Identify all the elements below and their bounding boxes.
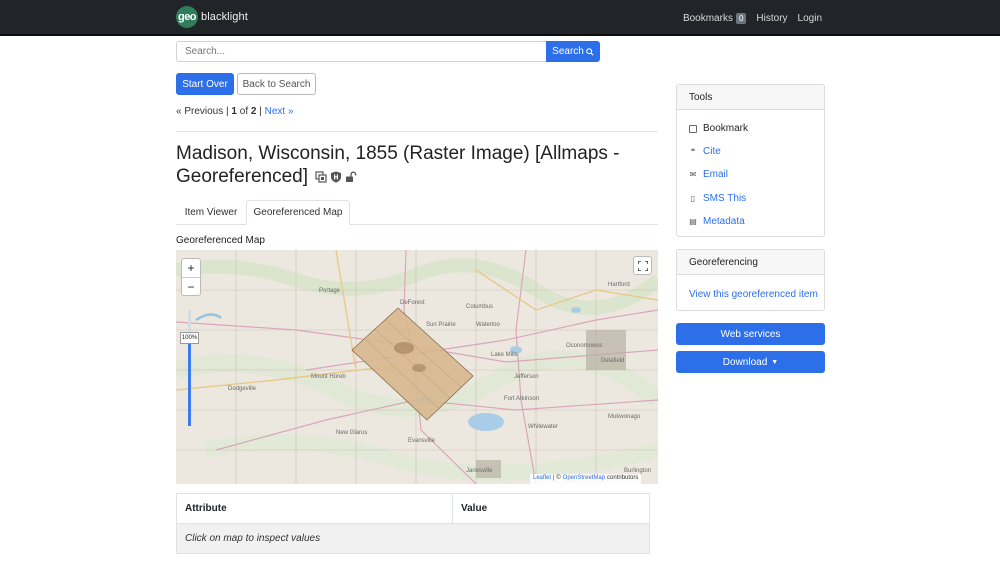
tab-item-viewer[interactable]: Item Viewer: [176, 200, 246, 225]
sms-link[interactable]: SMS This: [703, 193, 746, 204]
metadata-tool[interactable]: ▤ Metadata: [689, 216, 745, 227]
tab-georeferenced-map[interactable]: Georeferenced Map: [246, 200, 350, 225]
bookmarks-link[interactable]: Bookmarks 0: [682, 13, 747, 24]
column-header-value: Value: [461, 503, 488, 514]
georeferencing-heading: Georeferencing: [677, 250, 824, 275]
next-link[interactable]: Next »: [265, 106, 294, 117]
georeferenced-item-tool[interactable]: View this georeferenced item: [689, 289, 818, 300]
download-button[interactable]: Download ▼: [676, 351, 825, 373]
column-header-attribute: Attribute: [177, 494, 453, 523]
svg-text:Dodgeville: Dodgeville: [228, 386, 257, 392]
back-to-search-button[interactable]: Back to Search: [237, 73, 316, 95]
record-title: Madison, Wisconsin, 1855 (Raster Image) …: [176, 143, 620, 187]
result-pager: « Previous | 1 of 2 | Next »: [176, 106, 294, 117]
view-georeferenced-item-link[interactable]: View this georeferenced item: [689, 289, 818, 300]
bookmark-checkbox[interactable]: [689, 124, 697, 133]
tools-heading: Tools: [677, 85, 824, 110]
tools-panel: Tools Bookmark ❝ Cite ✉ Email ▯ SMS This…: [676, 84, 825, 237]
top-navbar: geo blacklight Bookmarks 0 History Login: [0, 0, 1000, 36]
svg-text:DeForest: DeForest: [400, 300, 425, 306]
svg-text:New Glarus: New Glarus: [336, 430, 367, 436]
attribute-table-header: Attribute Value: [177, 494, 649, 524]
zoom-out-button[interactable]: −: [182, 277, 200, 295]
quote-icon: ❝: [690, 147, 696, 156]
opacity-slider-handle[interactable]: 100%: [180, 332, 199, 344]
svg-text:Delafield: Delafield: [601, 358, 624, 364]
login-link[interactable]: Login: [798, 13, 822, 24]
nav-links: Bookmarks 0 History Login: [683, 13, 822, 24]
logo-mark: geo: [176, 6, 198, 28]
document-icon: ▤: [689, 217, 697, 226]
metadata-link[interactable]: Metadata: [703, 216, 745, 227]
basemap: Portage Columbus Hartford DeForest Sun P…: [176, 250, 658, 484]
georeferencing-panel: Georeferencing View this georeferenced i…: [676, 249, 825, 311]
opacity-slider-fill: [188, 340, 191, 426]
svg-text:Mukwonago: Mukwonago: [608, 414, 641, 420]
bookmarks-label: Bookmarks: [682, 13, 733, 24]
bookmark-label: Bookmark: [703, 123, 749, 134]
download-label: Download: [722, 356, 768, 368]
unlock-icon: [346, 171, 357, 182]
pager-total: 2: [250, 106, 257, 117]
sms-tool[interactable]: ▯ SMS This: [689, 193, 746, 204]
svg-text:Waterloo: Waterloo: [476, 322, 500, 328]
cite-link[interactable]: Cite: [703, 146, 721, 157]
cite-tool[interactable]: ❝ Cite: [689, 146, 721, 157]
osm-link[interactable]: OpenStreetMap: [563, 475, 605, 483]
logo-text: blacklight: [201, 11, 248, 23]
svg-text:Mount Horeb: Mount Horeb: [311, 374, 346, 380]
svg-text:Sun Prairie: Sun Prairie: [426, 322, 456, 328]
svg-text:Columbus: Columbus: [466, 304, 493, 310]
zoom-in-button[interactable]: +: [182, 259, 200, 277]
svg-text:Fort Atkinson: Fort Atkinson: [504, 396, 539, 402]
svg-text:Hartford: Hartford: [608, 282, 630, 288]
bookmark-tool[interactable]: Bookmark: [689, 123, 748, 134]
svg-text:Evansville: Evansville: [408, 438, 436, 444]
search-button[interactable]: Search: [546, 41, 600, 62]
viewer-tabs: Item Viewer Georeferenced Map: [176, 200, 658, 225]
svg-text:Whitewater: Whitewater: [528, 424, 558, 430]
map-heading: Georeferenced Map: [176, 235, 265, 246]
svg-text:Jefferson: Jefferson: [514, 374, 539, 380]
attribute-table: Attribute Value Click on map to inspect …: [176, 493, 650, 554]
previous-link[interactable]: « Previous: [176, 106, 223, 117]
title-icons: [315, 171, 357, 183]
pager-current: 1: [231, 106, 237, 117]
institution-shield-icon: [331, 171, 342, 183]
svg-text:Portage: Portage: [319, 288, 341, 294]
search-input[interactable]: [176, 41, 547, 62]
svg-text:Oconomowoc: Oconomowoc: [566, 343, 603, 349]
georeferenced-map[interactable]: Portage Columbus Hartford DeForest Sun P…: [176, 250, 658, 484]
page-title: Madison, Wisconsin, 1855 (Raster Image) …: [176, 142, 646, 188]
svg-text:Janesville: Janesville: [466, 468, 493, 474]
attribute-table-empty-row: Click on map to inspect values: [177, 524, 649, 553]
web-services-label: Web services: [720, 328, 781, 340]
raster-icon: [315, 171, 327, 183]
web-services-button[interactable]: Web services: [676, 323, 825, 345]
phone-icon: ▯: [690, 194, 696, 203]
fullscreen-button[interactable]: [633, 256, 652, 275]
search-button-label: Search: [552, 46, 584, 57]
history-link[interactable]: History: [756, 13, 787, 24]
fullscreen-icon: [637, 260, 648, 271]
search-icon: [586, 47, 594, 56]
caret-down-icon: ▼: [771, 358, 779, 366]
leaflet-link[interactable]: Leaflet: [533, 475, 551, 483]
start-over-button[interactable]: Start Over: [176, 73, 234, 95]
map-attribution: Leaflet | © OpenStreetMap contributors: [530, 474, 642, 484]
svg-text:Lake Mills: Lake Mills: [491, 352, 518, 358]
geoblacklight-logo[interactable]: geo blacklight: [176, 5, 248, 29]
bookmarks-count-badge: 0: [735, 13, 747, 24]
divider: [176, 131, 658, 132]
email-link[interactable]: Email: [703, 169, 728, 180]
envelope-icon: ✉: [689, 170, 697, 179]
email-tool[interactable]: ✉ Email: [689, 169, 728, 180]
zoom-control: + −: [181, 258, 201, 296]
